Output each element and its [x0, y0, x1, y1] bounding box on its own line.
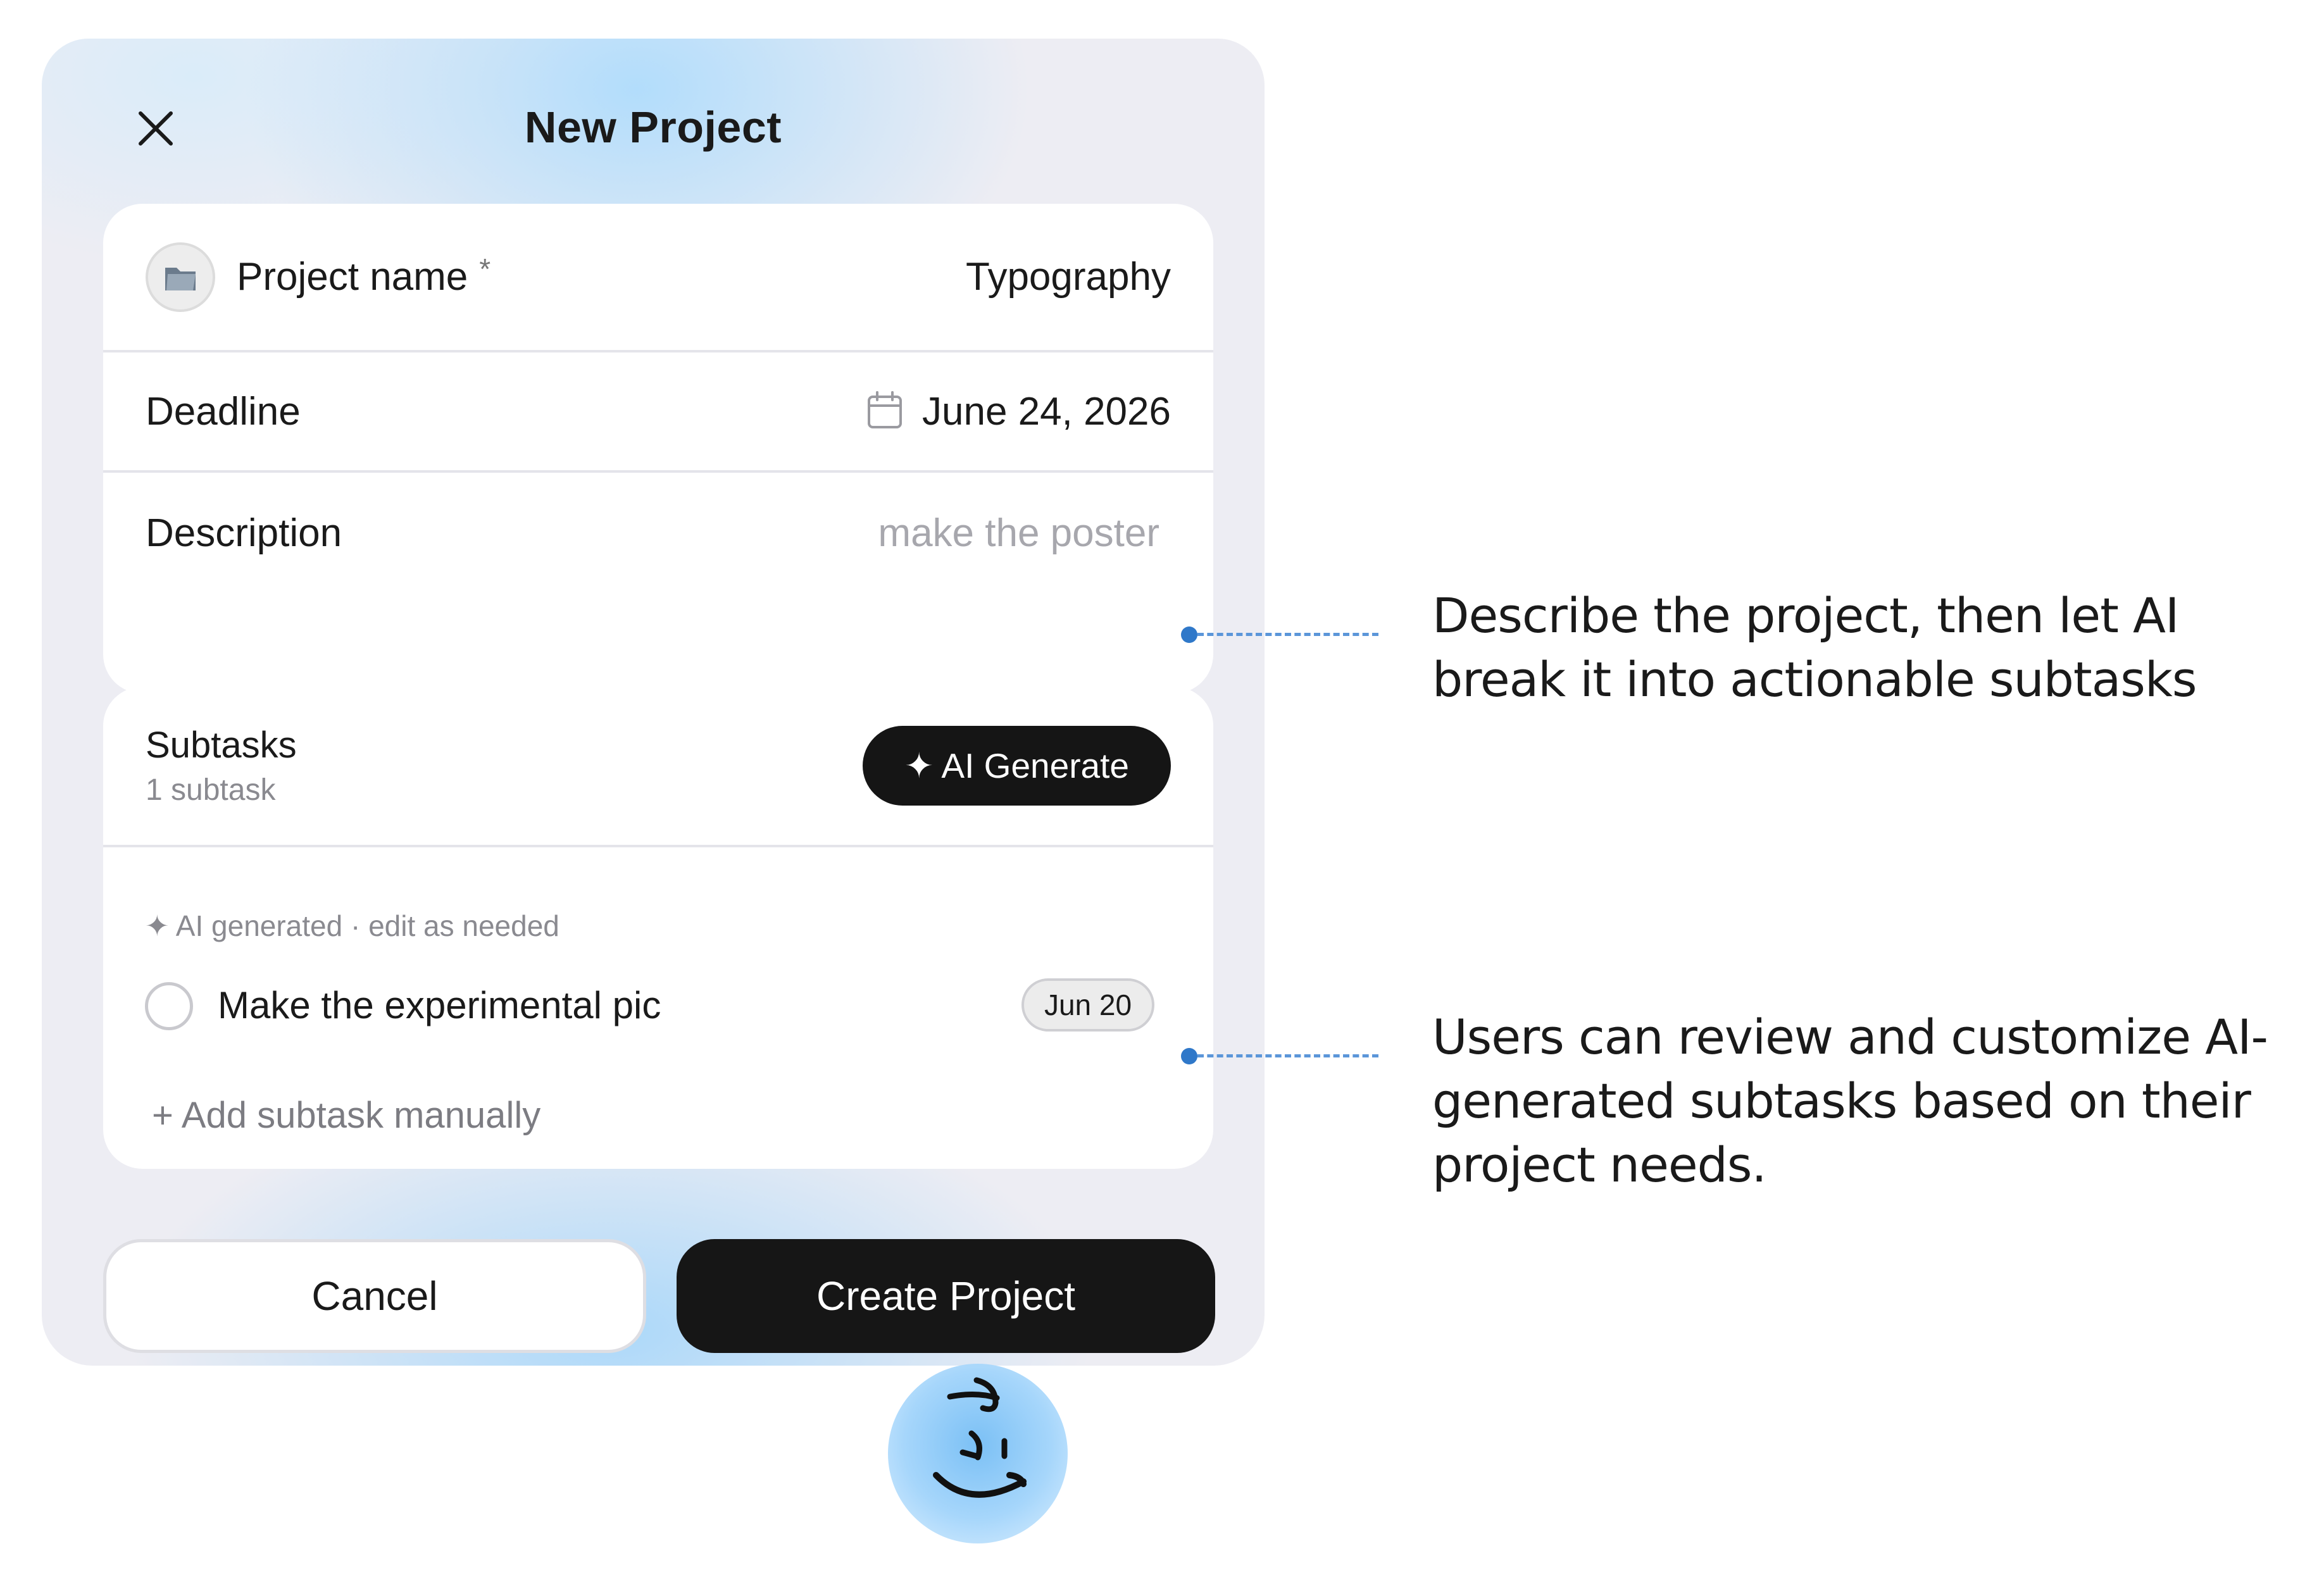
deadline-picker[interactable]: June 24, 2026 — [866, 389, 1171, 434]
required-mark: * — [479, 252, 491, 285]
subtask-due-chip[interactable]: Jun 20 — [1021, 978, 1154, 1032]
description-label: Description — [146, 511, 342, 555]
modal-title: New Project — [524, 103, 782, 152]
project-name-input[interactable]: Typography — [966, 254, 1171, 299]
folder-icon[interactable] — [146, 242, 215, 312]
callout-line — [1197, 633, 1378, 636]
description-row[interactable]: Description make the poster — [103, 473, 1213, 599]
project-name-label: Project name — [237, 255, 468, 299]
smiley-mascot-icon[interactable] — [888, 1364, 1068, 1543]
calendar-icon — [866, 390, 903, 433]
project-details-card: Project name * Typography Deadline June 2… — [103, 204, 1213, 694]
subtask-checkbox[interactable] — [145, 982, 193, 1030]
callout-description: Describe the project, then let AI break … — [1432, 587, 2197, 707]
callout-dot — [1181, 626, 1197, 643]
deadline-value: June 24, 2026 — [921, 389, 1171, 433]
create-project-button[interactable]: Create Project — [677, 1239, 1215, 1353]
deadline-row[interactable]: Deadline June 24, 2026 — [103, 352, 1213, 470]
subtasks-title: Subtasks — [146, 725, 297, 766]
callout-dot — [1181, 1048, 1197, 1064]
ai-generated-note: ✦ AI generated · edit as needed — [145, 909, 559, 942]
add-subtask-button[interactable]: + Add subtask manually — [152, 1094, 540, 1137]
project-name-row[interactable]: Project name * Typography — [103, 204, 1213, 350]
ai-generate-button[interactable]: ✦ AI Generate — [863, 726, 1171, 806]
deadline-label: Deadline — [146, 389, 301, 433]
subtask-item[interactable]: Make the experimental pic Jun 20 — [145, 969, 1158, 1043]
divider — [103, 845, 1213, 847]
callout-subtasks: Users can review and customize AI-genera… — [1432, 1009, 2268, 1193]
cancel-button[interactable]: Cancel — [103, 1239, 646, 1353]
new-project-modal: New Project Project name * Typography Dea… — [42, 39, 1265, 1366]
subtasks-header: Subtasks 1 subtask ✦ AI Generate — [103, 687, 1213, 845]
subtask-text[interactable]: Make the experimental pic — [218, 983, 661, 1027]
description-input[interactable]: make the poster — [878, 511, 1159, 556]
callout-line — [1197, 1054, 1378, 1057]
subtask-count: 1 subtask — [146, 773, 276, 807]
